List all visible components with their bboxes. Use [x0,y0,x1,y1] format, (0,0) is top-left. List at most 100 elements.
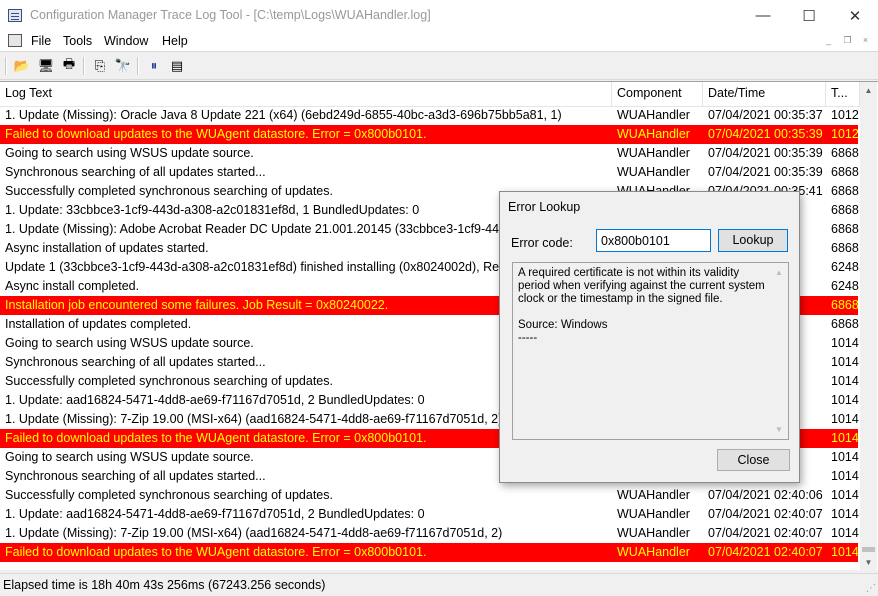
cell-thread: 1014 [831,545,859,559]
status-bar: Elapsed time is 18h 40m 43s 256ms (67243… [0,573,878,596]
error-source: Source: Windows [518,319,608,331]
cell-thread: 1014 [831,450,859,464]
error-message: A required certificate is not within its… [518,267,765,305]
resize-grip-icon[interactable]: ⋰ [866,583,876,594]
scroll-down-icon[interactable]: ▼ [860,554,877,570]
column-header-log-text[interactable]: Log Text [0,82,612,106]
status-text: Elapsed time is 18h 40m 43s 256ms (67243… [3,578,326,592]
cell-datetime: 07/04/2021 00:35:37 [708,108,823,122]
cell-log-text: Failed to download updates to the WUAgen… [5,127,427,141]
cell-thread: 1014 [831,412,859,426]
toolbar: 📂 🖥 🖶 ⎘ 🔭 ⏸ ▤ [0,51,878,80]
cell-thread: 1014 [831,469,859,483]
cell-log-text: Synchronous searching of all updates sta… [5,165,266,179]
cell-thread: 1014 [831,393,859,407]
dialog-title: Error Lookup [508,200,581,214]
menu-window[interactable]: Window [104,34,148,48]
cell-thread: 1014 [831,355,859,369]
cell-log-text: Successfully completed synchronous searc… [5,488,333,502]
toolbar-separator [83,57,85,75]
result-scrollbar[interactable]: ▲ ▼ [771,264,787,438]
cell-thread: 6868 [831,317,859,331]
cell-component: WUAHandler [617,545,690,559]
cell-thread: 1014 [831,526,859,540]
cell-log-text: 1. Update (Missing): Oracle Java 8 Updat… [5,108,562,122]
find-icon[interactable]: 🔭 [114,57,132,75]
cell-thread: 1012 [831,127,859,141]
table-row-error[interactable]: Failed to download updates to the WUAgen… [0,543,859,562]
computer-icon[interactable]: 🖥 [37,57,55,75]
title-bar: Configuration Manager Trace Log Tool - [… [0,0,878,31]
list-header: Log Text Component Date/Time T... [0,82,860,107]
cell-thread: 6868 [831,165,859,179]
cell-thread: 6868 [831,298,859,312]
cell-datetime: 07/04/2021 00:35:39 [708,146,823,160]
cell-thread: 6868 [831,222,859,236]
menu-tools[interactable]: Tools [63,34,92,48]
cell-datetime: 07/04/2021 02:40:07 [708,507,823,521]
table-row[interactable]: Successfully completed synchronous searc… [0,486,859,505]
document-icon[interactable] [8,34,22,47]
app-icon [8,9,22,22]
vertical-scrollbar[interactable]: ▲ ▼ [860,82,877,570]
cell-component: WUAHandler [617,146,690,160]
menu-file[interactable]: File [31,34,51,48]
cell-thread: 6248 [831,279,859,293]
mdi-minimize-button[interactable]: _ [822,34,835,47]
columns-icon[interactable]: ▤ [168,57,186,75]
cell-datetime: 07/04/2021 02:40:07 [708,545,823,559]
result-scroll-up-icon[interactable]: ▲ [771,266,787,279]
result-scroll-down-icon[interactable]: ▼ [771,423,787,436]
close-button[interactable]: Close [717,449,790,471]
scroll-thumb[interactable] [862,547,875,552]
cell-thread: 6868 [831,203,859,217]
copy-icon[interactable]: ⎘ [91,57,109,75]
cell-thread: 1014 [831,336,859,350]
table-row[interactable]: 1. Update: aad16824-5471-4dd8-ae69-f7116… [0,505,859,524]
open-icon[interactable]: 📂 [13,57,31,75]
lookup-button[interactable]: Lookup [718,229,788,252]
column-header-datetime[interactable]: Date/Time [703,82,826,106]
column-header-thread[interactable]: T... [826,82,860,106]
cell-thread: 1014 [831,374,859,388]
cell-thread: 6868 [831,184,859,198]
minimize-button[interactable]: — [740,0,786,31]
window-title: Configuration Manager Trace Log Tool - [… [30,8,431,22]
table-row[interactable]: Synchronous searching of all updates sta… [0,163,859,182]
mdi-restore-button[interactable]: ❐ [841,34,854,47]
cell-thread: 6868 [831,146,859,160]
cell-thread: 1014 [831,507,859,521]
close-window-button[interactable]: ✕ [832,0,878,31]
cell-log-text: 1. Update: aad16824-5471-4dd8-ae69-f7116… [5,507,425,521]
scroll-up-icon[interactable]: ▲ [860,82,877,99]
cell-datetime: 07/04/2021 00:35:39 [708,127,823,141]
toolbar-separator [137,57,139,75]
cell-thread: 1014 [831,431,859,445]
table-row[interactable]: 1. Update (Missing): 7-Zip 19.00 (MSI-x6… [0,524,859,543]
error-code-input[interactable] [596,229,711,252]
error-separator: ----- [518,332,538,344]
cell-datetime: 07/04/2021 02:40:07 [708,526,823,540]
toolbar-separator [5,57,7,75]
menu-bar: File Tools Window Help _ ❐ × [0,31,878,51]
cell-component: WUAHandler [617,526,690,540]
cell-datetime: 07/04/2021 02:40:06 [708,488,823,502]
cell-thread: 6248 [831,260,859,274]
mdi-close-button[interactable]: × [859,34,872,47]
error-result-box[interactable]: A required certificate is not within its… [512,262,789,440]
table-row-error[interactable]: Failed to download updates to the WUAgen… [0,125,859,144]
cell-log-text: 1. Update (Missing): 7-Zip 19.00 (MSI-x6… [5,526,503,540]
print-icon[interactable]: 🖶 [60,56,78,75]
menu-help[interactable]: Help [162,34,188,48]
error-code-label: Error code: [511,236,573,250]
cell-component: WUAHandler [617,127,690,141]
column-header-component[interactable]: Component [612,82,703,106]
maximize-button[interactable]: ☐ [786,0,832,31]
table-row[interactable]: 1. Update (Missing): Oracle Java 8 Updat… [0,106,859,125]
cell-thread: 6868 [831,241,859,255]
table-row[interactable]: Going to search using WSUS update source… [0,144,859,163]
cell-thread: 1014 [831,488,859,502]
pause-icon[interactable]: ⏸ [145,57,163,75]
cell-datetime: 07/04/2021 00:35:39 [708,165,823,179]
cell-log-text: Failed to download updates to the WUAgen… [5,545,427,559]
